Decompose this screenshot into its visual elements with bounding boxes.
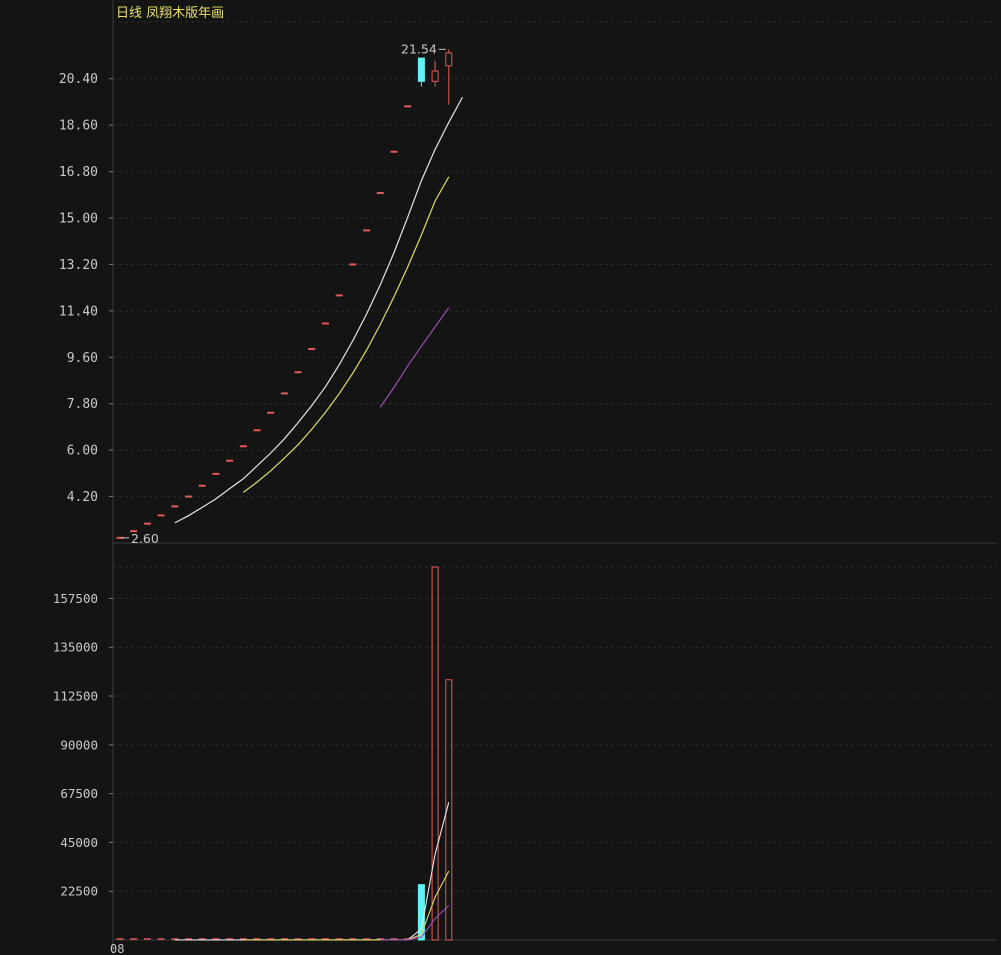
y-tick-label: 9.60 <box>67 351 98 366</box>
y-tick-label: 15.00 <box>59 212 98 227</box>
low-annotation: 2.60 <box>131 531 159 546</box>
volume-tick-label: 135000 <box>53 640 98 655</box>
candle-body <box>417 57 425 82</box>
volume-tick-label: 67500 <box>60 786 98 801</box>
chart-title: 日线 凤翔木版年画 <box>116 6 225 21</box>
volume-tick-label: 157500 <box>53 591 98 606</box>
candle-body <box>431 70 439 82</box>
x-axis: 08 <box>110 942 124 955</box>
y-tick-label: 18.60 <box>59 119 98 134</box>
x-tick-label: 08 <box>110 942 124 955</box>
y-tick-label: 11.40 <box>59 304 98 319</box>
y-tick-label: 20.40 <box>59 72 98 87</box>
volume-tick-label: 45000 <box>60 835 98 850</box>
y-tick-label: 7.80 <box>67 397 98 412</box>
volume-bar <box>417 884 425 941</box>
y-tick-label: 4.20 <box>67 490 98 505</box>
stock-chart: 4.20 6.00 7.80 9.60 11.40 13.20 15.00 16.80 18.6… <box>0 0 1001 955</box>
volume-tick-label: 112500 <box>53 689 98 704</box>
volume-tick-label: 90000 <box>60 737 98 752</box>
candle-body <box>445 52 453 67</box>
y-tick-label: 13.20 <box>59 258 98 273</box>
high-annotation: 21.54 <box>401 41 437 56</box>
volume-tick-label: 22500 <box>60 884 98 899</box>
y-tick-label: 16.80 <box>59 165 98 180</box>
chart-panel <box>0 0 1001 955</box>
y-tick-label: 6.00 <box>67 444 98 459</box>
